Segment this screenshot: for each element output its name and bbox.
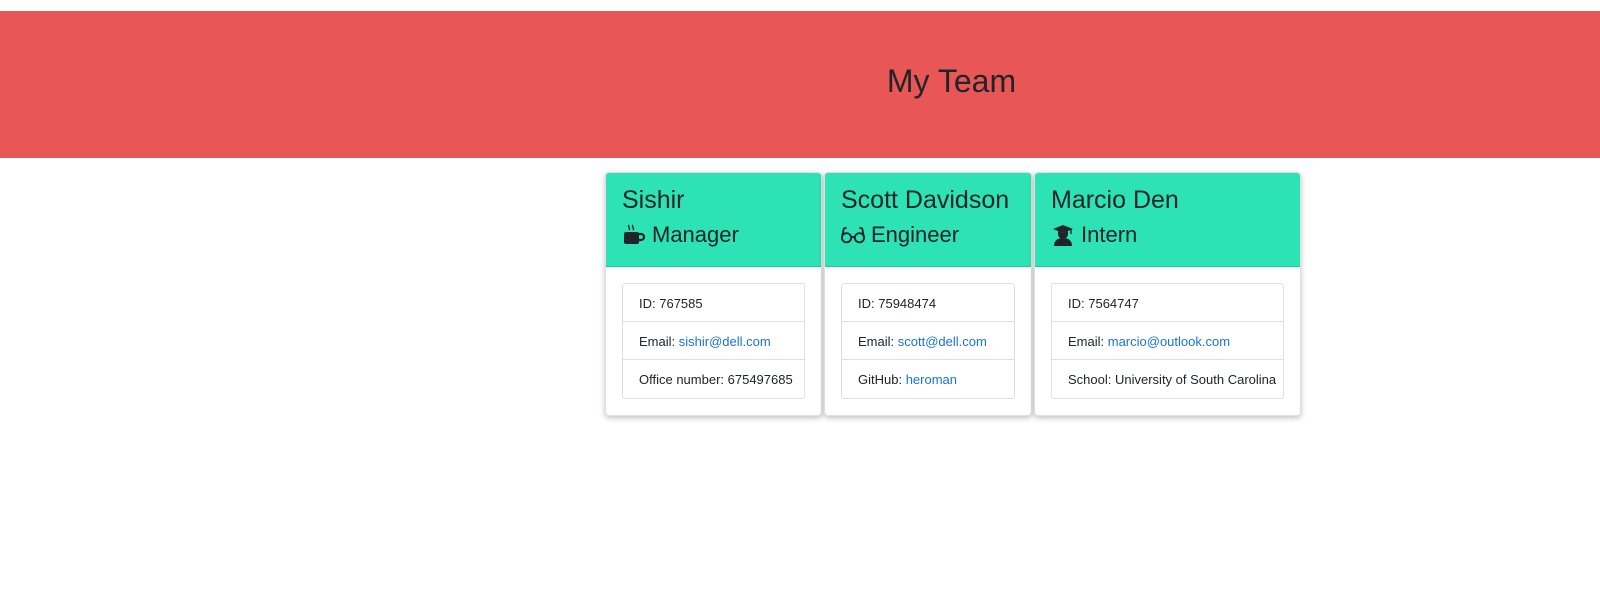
school-value: University of South Carolina <box>1114 372 1277 387</box>
card-header: Sishir Manager <box>606 173 821 267</box>
office-number-item: Office number: 675497685 <box>639 372 793 387</box>
email-item: Email: marcio@outlook.com <box>1052 322 1283 360</box>
employee-role: Intern <box>1051 220 1284 250</box>
github-link[interactable]: heroman <box>906 372 957 387</box>
email-item: Email: sishir@dell.com <box>623 322 804 360</box>
school-item: School: University of South Carolina <box>1068 372 1277 387</box>
glasses-icon <box>841 223 865 247</box>
card-header: Marcio Den Intern <box>1035 173 1300 267</box>
card-header: Scott Davidson Engineer <box>825 173 1031 267</box>
header-banner: My Team <box>0 11 1600 158</box>
mug-icon <box>622 223 646 247</box>
employee-card-manager: Sishir Manager ID: 767585 Email: sishir@… <box>605 172 822 416</box>
employee-card-engineer: Scott Davidson Engineer ID: 75948474 Ema <box>824 172 1032 416</box>
id-value: 767585 <box>659 296 703 311</box>
card-body: ID: 75948474 Email: scott@dell.com GitHu… <box>825 267 1031 415</box>
id-item: ID: 75948474 <box>842 284 1014 322</box>
id-item: ID: 7564747 <box>1052 284 1283 322</box>
role-label: Manager <box>652 222 739 247</box>
id-value: 7564747 <box>1088 296 1139 311</box>
details-list: ID: 7564747 Email: marcio@outlook.com Sc… <box>1051 283 1284 399</box>
id-value: 75948474 <box>878 296 937 311</box>
id-item: ID: 767585 <box>623 284 804 322</box>
details-list: ID: 75948474 Email: scott@dell.com GitHu… <box>841 283 1015 399</box>
employee-role: Manager <box>622 220 805 250</box>
card-body: ID: 767585 Email: sishir@dell.com Office… <box>606 267 821 415</box>
card-body: ID: 7564747 Email: marcio@outlook.com Sc… <box>1035 267 1300 415</box>
employee-name: Marcio Den <box>1051 186 1179 214</box>
role-label: Engineer <box>871 222 960 247</box>
email-item: Email: scott@dell.com <box>842 322 1014 360</box>
office-number-value: 675497685 <box>727 372 793 387</box>
employee-name: Sishir <box>622 186 685 214</box>
details-list: ID: 767585 Email: sishir@dell.com Office… <box>622 283 805 399</box>
employee-card-intern: Marcio Den Intern ID: 7564747 Email: mar… <box>1034 172 1301 416</box>
page-title: My Team <box>886 63 1017 99</box>
employee-role: Engineer <box>841 220 1015 250</box>
email-link[interactable]: sishir@dell.com <box>679 334 771 349</box>
github-item: GitHub: heroman <box>858 372 957 387</box>
employee-name: Scott Davidson <box>841 186 1010 214</box>
graduate-icon <box>1051 223 1075 247</box>
email-link[interactable]: scott@dell.com <box>898 334 987 349</box>
role-label: Intern <box>1081 222 1138 247</box>
email-link[interactable]: marcio@outlook.com <box>1108 334 1230 349</box>
team-cards: Sishir Manager ID: 767585 Email: sishir@… <box>605 172 1301 416</box>
